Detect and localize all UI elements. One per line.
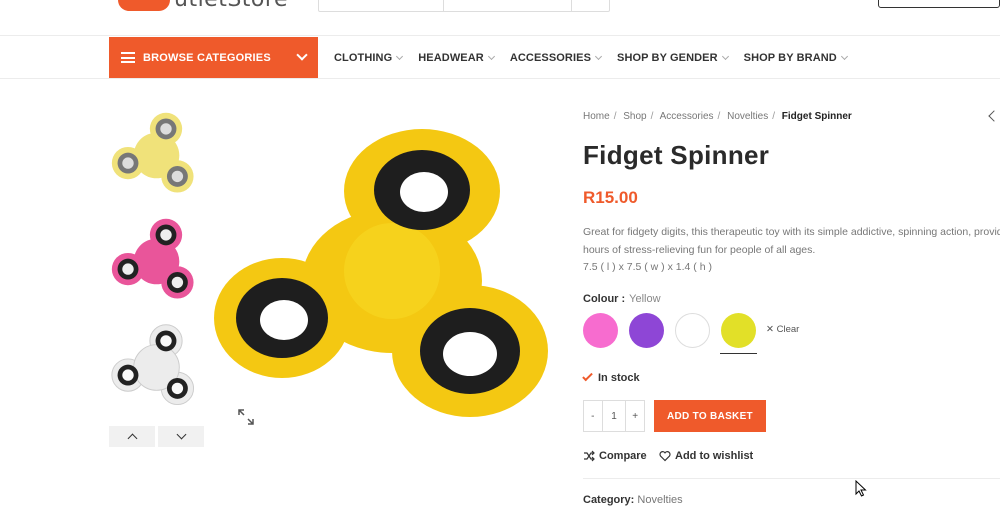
compare-button[interactable]: Compare	[583, 450, 647, 462]
main-nav: BROWSE CATEGORIES CLOTHING HEADWEAR ACCE…	[0, 37, 1000, 79]
spinner-thumbnail-image	[111, 218, 194, 299]
quantity-input[interactable]: 1	[603, 401, 626, 431]
heart-icon	[659, 451, 671, 462]
nav-item-accessories[interactable]: ACCESSORIES	[510, 52, 603, 64]
breadcrumb: Home / Shop / Accessories / Novelties / Fidg…	[583, 111, 852, 122]
shuffle-icon	[584, 450, 595, 462]
thumbnail-prev-button[interactable]	[109, 426, 155, 447]
colour-label: Colour : Yellow	[583, 293, 661, 305]
nav-item-headwear[interactable]: HEADWEAR	[418, 52, 495, 64]
nav-menu: CLOTHING HEADWEAR ACCESSORIES SHOP BY GE…	[334, 37, 863, 78]
logo-badge	[118, 0, 170, 11]
quantity-increase-button[interactable]: +	[625, 401, 644, 431]
product-description: Great for fidgety digits, this therapeut…	[583, 224, 1000, 277]
chevron-down-icon	[487, 52, 495, 60]
close-icon: ✕	[766, 324, 777, 335]
nav-item-clothing[interactable]: CLOTHING	[334, 52, 404, 64]
swatch-white[interactable]	[675, 313, 710, 348]
chevron-down-icon	[176, 429, 186, 440]
swatch-yellow[interactable]	[720, 313, 757, 354]
breadcrumb-accessories[interactable]: Accessories	[660, 111, 714, 122]
check-icon	[582, 370, 593, 382]
divider	[583, 478, 1000, 479]
product-category: Category: Novelties	[583, 494, 683, 506]
product-price: R15.00	[583, 188, 638, 207]
breadcrumb-home[interactable]: Home	[583, 111, 610, 122]
cart-button[interactable]	[878, 0, 1000, 8]
category-link[interactable]: Novelties	[637, 494, 682, 506]
thumbnail-pink[interactable]	[109, 214, 204, 309]
nav-item-shop-by-brand[interactable]: SHOP BY BRAND	[744, 52, 848, 64]
spinner-thumbnail-image	[111, 112, 194, 193]
add-to-wishlist-button[interactable]: Add to wishlist	[659, 450, 753, 462]
quantity-decrease-button[interactable]: -	[584, 401, 603, 431]
swatch-purple[interactable]	[629, 313, 664, 348]
main-product-image[interactable]	[212, 126, 554, 422]
chevron-up-icon	[127, 433, 137, 444]
chevron-down-icon	[721, 52, 729, 60]
site-logo[interactable]: utletStore	[118, 0, 288, 12]
menu-icon	[121, 52, 135, 63]
add-to-basket-button[interactable]: ADD TO BASKET	[654, 400, 766, 432]
quantity-stepper: - 1 +	[583, 400, 645, 432]
stock-status: In stock	[582, 370, 640, 384]
expand-icon[interactable]	[236, 407, 256, 427]
swatch-pink[interactable]	[583, 313, 618, 348]
spinner-thumbnail-image	[111, 324, 195, 406]
search-bar[interactable]	[318, 0, 610, 12]
browse-categories-button[interactable]: BROWSE CATEGORIES	[109, 37, 318, 78]
breadcrumb-current: Fidget Spinner	[781, 111, 852, 122]
clear-selection-link[interactable]: ✕ Clear	[766, 324, 799, 335]
logo-text: utletStore	[174, 0, 288, 11]
previous-product-icon[interactable]	[988, 110, 1000, 122]
selected-colour: Yellow	[629, 293, 661, 305]
breadcrumb-novelties[interactable]: Novelties	[727, 111, 768, 122]
chevron-down-icon	[296, 49, 308, 61]
thumbnail-white[interactable]	[109, 320, 204, 415]
browse-categories-label: BROWSE CATEGORIES	[143, 51, 271, 64]
breadcrumb-shop[interactable]: Shop	[623, 111, 646, 122]
thumbnail-next-button[interactable]	[158, 426, 204, 447]
nav-item-shop-by-gender[interactable]: SHOP BY GENDER	[617, 52, 729, 64]
product-dimensions: 7.5 ( l ) x 7.5 ( w ) x 1.4 ( h )	[583, 261, 712, 273]
chevron-down-icon	[396, 52, 404, 60]
chevron-down-icon	[840, 52, 848, 60]
thumbnail-yellow[interactable]	[109, 108, 204, 203]
mouse-cursor-icon	[855, 480, 867, 497]
chevron-down-icon	[594, 52, 603, 60]
site-header: utletStore	[0, 0, 1000, 36]
product-title: Fidget Spinner	[583, 140, 770, 170]
